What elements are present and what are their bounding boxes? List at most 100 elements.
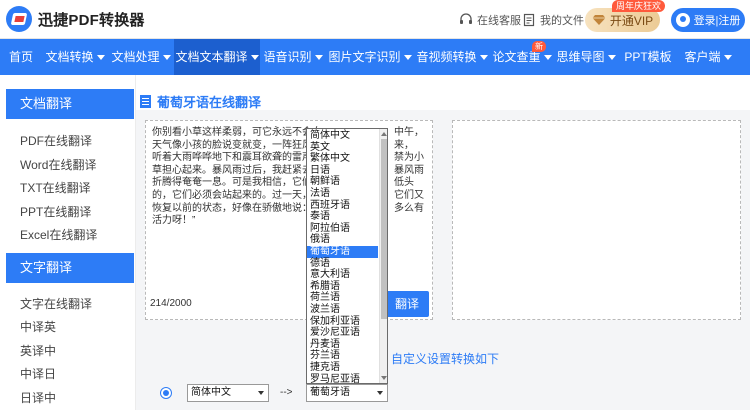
document-icon — [140, 95, 151, 108]
logo-icon — [6, 6, 32, 32]
target-language-value: 葡萄牙语 — [310, 387, 350, 398]
nav-label: 文档转换 — [45, 50, 94, 64]
scroll-down-icon[interactable] — [381, 376, 387, 380]
sidebar-item-ppt-translate[interactable]: PPT在线翻译 — [20, 203, 91, 220]
language-option[interactable]: 意大利语 — [307, 269, 378, 281]
language-option[interactable]: 法语 — [307, 188, 378, 200]
online-service-link[interactable]: 在线客服 — [459, 12, 521, 28]
logo-text: 迅捷PDF转换器 — [38, 11, 145, 29]
file-icon — [523, 13, 535, 27]
page-title: 葡萄牙语在线翻译 — [140, 92, 261, 111]
nav-label: 语音识别 — [263, 50, 312, 64]
sidebar-item-excel-translate[interactable]: Excel在线翻译 — [20, 226, 97, 243]
sidebar-item-en-zh[interactable]: 英译中 — [20, 342, 56, 359]
dropdown-scrollbar[interactable] — [379, 129, 387, 383]
source-line-tail: 暴风雨 — [394, 164, 424, 176]
nav-client[interactable]: 客户端 — [678, 39, 738, 75]
char-count: 214/2000 — [150, 298, 192, 309]
language-option[interactable]: 芬兰语 — [307, 350, 378, 362]
scroll-up-icon[interactable] — [381, 132, 387, 136]
nav-speech-recognition[interactable]: 语音识别 — [260, 39, 326, 75]
main-nav: 首页 文档转换 文档处理 文档文本翻译 语音识别 图片文字识别 音视频转换 论文… — [0, 39, 750, 75]
nav-paper-check[interactable]: 论文查重新 — [490, 39, 554, 75]
source-language-value: 简体中文 — [191, 387, 231, 398]
language-option[interactable]: 英文 — [307, 142, 378, 154]
caret-down-icon — [479, 55, 488, 61]
nav-ppt-template[interactable]: PPT模板 — [618, 39, 678, 75]
caret-down-icon — [543, 55, 552, 61]
sidebar-item-word-translate[interactable]: Word在线翻译 — [20, 156, 96, 173]
nav-label: 文档处理 — [111, 50, 160, 64]
online-service-label: 在线客服 — [477, 15, 521, 27]
source-line-tail: 来， — [394, 139, 414, 151]
logo[interactable]: 迅捷PDF转换器 — [6, 6, 145, 32]
sidebar-item-ja-zh[interactable]: 日译中 — [20, 389, 56, 406]
my-files-link[interactable]: 我的文件 — [522, 12, 584, 28]
top-header: 迅捷PDF转换器 在线客服 我的文件 开通VIP 周年庆狂欢 登录|注册 — [0, 0, 750, 39]
direction-arrow: --> — [280, 387, 293, 398]
diamond-icon — [592, 15, 606, 25]
language-option[interactable]: 捷克语 — [307, 362, 378, 374]
language-option[interactable]: 罗马尼亚语 — [307, 374, 378, 383]
nav-av-convert[interactable]: 音视频转换 — [414, 39, 490, 75]
language-option[interactable]: 俄语 — [307, 234, 378, 246]
language-option[interactable]: 西班牙语 — [307, 200, 378, 212]
source-text-tail: 中午， 来， 禁为小 暴风雨 低头 它们又 多么有 — [394, 127, 430, 215]
open-vip-label: 开通VIP — [609, 13, 654, 28]
nav-image-ocr[interactable]: 图片文字识别 — [326, 39, 414, 75]
promo-badge: 周年庆狂欢 — [612, 0, 666, 12]
language-option[interactable]: 简体中文 — [307, 130, 378, 142]
sidebar-item-text-translate[interactable]: 文字在线翻译 — [20, 295, 92, 312]
language-option[interactable]: 德语 — [307, 258, 378, 270]
caret-down-icon — [162, 55, 171, 61]
nav-doc-translate[interactable]: 文档文本翻译 — [174, 39, 260, 75]
language-option-selected[interactable]: 葡萄牙语 — [307, 246, 378, 258]
sidebar-item-zh-ja[interactable]: 中译日 — [20, 365, 56, 382]
page-title-text: 葡萄牙语在线翻译 — [157, 95, 262, 110]
user-icon — [675, 13, 690, 27]
nav-mind-map[interactable]: 思维导图 — [554, 39, 618, 75]
language-option[interactable]: 丹麦语 — [307, 339, 378, 351]
language-option[interactable]: 荷兰语 — [307, 292, 378, 304]
settings-title: 自定义设置转换如下 — [391, 352, 500, 366]
sidebar-item-zh-en[interactable]: 中译英 — [20, 318, 56, 335]
nav-label: 论文查重 — [492, 50, 541, 64]
source-text-area[interactable]: 你别看小草这样柔弱，可它永远不会向 天气像小孩的脸说变就变，一阵狂风过 听着大雨… — [145, 120, 433, 320]
caret-down-icon — [96, 55, 105, 61]
language-option[interactable]: 繁体中文 — [307, 153, 378, 165]
source-line-tail: 它们又 — [394, 189, 424, 201]
sidebar-item-pdf-translate[interactable]: PDF在线翻译 — [20, 132, 92, 149]
target-language-select[interactable]: 葡萄牙语 — [306, 384, 388, 402]
result-text-area[interactable] — [452, 120, 741, 320]
headset-icon — [460, 13, 472, 24]
language-option[interactable]: 阿拉伯语 — [307, 223, 378, 235]
source-line-tail: 低头 — [394, 177, 414, 189]
login-register-button[interactable]: 登录|注册 — [671, 8, 745, 32]
source-line-tail: 禁为小 — [394, 152, 424, 164]
chevron-down-icon — [377, 391, 383, 395]
caret-down-icon — [250, 55, 259, 61]
sidebar-section-text-translate: 文字翻译 — [6, 253, 134, 283]
language-option[interactable]: 波兰语 — [307, 304, 378, 316]
my-files-label: 我的文件 — [540, 15, 584, 27]
language-dropdown-list[interactable]: 简体中文 英文 繁体中文 日语 朝鲜语 法语 西班牙语 泰语 阿拉伯语 俄语 葡… — [306, 128, 388, 384]
source-language-select[interactable]: 简体中文 — [187, 384, 269, 402]
nav-home[interactable]: 首页 — [0, 39, 42, 75]
language-option[interactable]: 朝鲜语 — [307, 176, 378, 188]
sidebar-item-txt-translate[interactable]: TXT在线翻译 — [20, 179, 91, 196]
language-option[interactable]: 日语 — [307, 165, 378, 177]
language-option[interactable]: 泰语 — [307, 211, 378, 223]
language-option[interactable]: 保加利亚语 — [307, 316, 378, 328]
language-option[interactable]: 希腊语 — [307, 281, 378, 293]
chevron-down-icon — [258, 391, 264, 395]
source-line-tail: 中午， — [394, 127, 424, 138]
nav-doc-convert[interactable]: 文档转换 — [42, 39, 108, 75]
language-option[interactable]: 爱沙尼亚语 — [307, 327, 378, 339]
source-line-tail: 多么有 — [394, 202, 424, 214]
scrollbar-thumb[interactable] — [381, 139, 387, 319]
conversion-radio[interactable] — [160, 387, 172, 399]
nav-label: 思维导图 — [556, 50, 605, 64]
nav-doc-process[interactable]: 文档处理 — [108, 39, 174, 75]
nav-label: 客户端 — [684, 50, 721, 64]
nav-label: 首页 — [8, 50, 33, 64]
